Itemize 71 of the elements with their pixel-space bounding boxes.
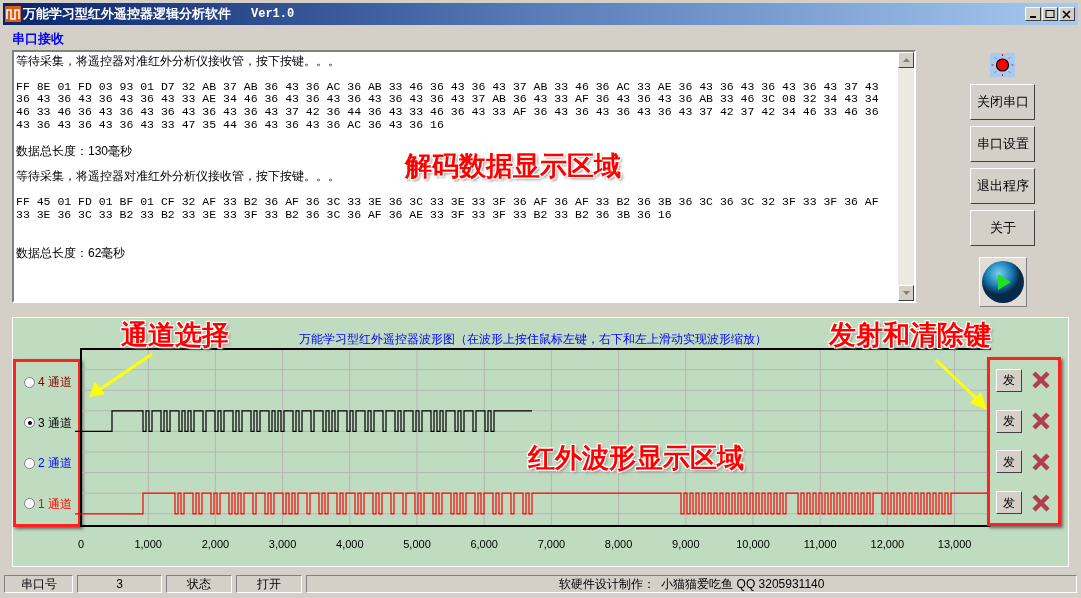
annotation-label: 红外波形显示区域 xyxy=(528,442,744,475)
send-button[interactable]: 发 xyxy=(996,491,1022,515)
maximize-button[interactable] xyxy=(1042,7,1058,21)
send-button[interactable]: 发 xyxy=(996,450,1022,474)
close-icon xyxy=(1062,9,1072,19)
side-button[interactable]: 串口设置 xyxy=(970,126,1035,162)
radio-button[interactable] xyxy=(24,376,35,388)
section-label: 串口接收 xyxy=(12,30,65,48)
maximize-icon xyxy=(1045,9,1055,19)
axis-tick-label: 11,000 xyxy=(803,538,837,550)
axis-tick-label: 12,000 xyxy=(870,538,905,550)
axis-tick-label: 0 xyxy=(77,538,85,550)
close-button[interactable] xyxy=(1059,7,1075,21)
status-bar-cell: 3 xyxy=(77,575,162,593)
side-button[interactable]: 退出程序 xyxy=(970,168,1035,204)
log-message: 数据总长度：130毫秒 xyxy=(16,143,133,158)
status-led-icon xyxy=(990,53,1015,77)
axis-tick-label: 13,000 xyxy=(937,538,972,550)
clear-icon[interactable] xyxy=(1031,411,1051,432)
axis-tick-label: 8,000 xyxy=(604,538,633,550)
received-data-textarea[interactable] xyxy=(12,50,916,303)
minimize-button[interactable] xyxy=(1025,7,1041,21)
axis-tick-label: 10,000 xyxy=(736,538,770,550)
hex-data-line: FF 45 01 FD 01 BF 01 CF 32 AF 33 B2 36 AF 36 3C 33 3E 36 3C 33 3E 33 3F 36 AF 36 AF 33 B2 36 3B 36 3C 36 3C 32 3F 33 3F 36 AF xyxy=(16,195,880,209)
axis-tick-label: 4,000 xyxy=(336,538,364,550)
send-button[interactable]: 发 xyxy=(996,368,1022,392)
status-bar-cell: 状态 xyxy=(166,575,232,593)
scroll-down-icon xyxy=(902,291,910,295)
arrow-icon xyxy=(934,358,990,412)
status-bar-cell: 打开 xyxy=(236,575,302,593)
axis-tick-label: 5,000 xyxy=(403,538,431,550)
channel-label[interactable]: 2 通道 xyxy=(38,454,72,473)
radio-button[interactable] xyxy=(24,498,35,510)
radio-button[interactable] xyxy=(24,457,35,469)
axis-tick-label: 1,000 xyxy=(134,538,162,550)
channel-label[interactable]: 3 通道 xyxy=(38,413,72,432)
scrollbar[interactable] xyxy=(898,52,914,301)
clear-icon[interactable] xyxy=(1031,370,1051,391)
clear-icon[interactable] xyxy=(1031,492,1051,513)
play-button[interactable] xyxy=(978,257,1027,307)
channel-label[interactable]: 4 通道 xyxy=(38,373,72,392)
axis-tick-label: 9,000 xyxy=(672,538,700,550)
app-logo-icon xyxy=(5,6,21,22)
annotation-label: 解码数据显示区域 xyxy=(405,150,621,183)
annotation-label: 发射和清除键 xyxy=(829,319,991,352)
play-icon xyxy=(980,260,1025,304)
status-bar-cell: 串口号 xyxy=(4,575,73,593)
hex-data-line: 43 36 43 36 43 36 43 33 47 35 44 36 43 36 43 36 AC 36 43 36 16 xyxy=(16,119,445,132)
log-message: 等待采集，将遥控器对准红外分析仪接收管，按下按键。。。 xyxy=(16,169,340,184)
clear-icon[interactable] xyxy=(1031,451,1051,472)
hex-data-line: FF 8E 01 FD 03 93 01 D7 32 AB 37 AB 36 43 36 AC 36 AB 33 46 36 43 36 43 37 AB 33 46 36 AC 33 AE 36 43 36 43 36 43 36 43 37 43 xyxy=(16,80,880,94)
hex-data-line: 33 3E 36 3C 33 B2 33 B2 33 3E 33 3F 33 B2 36 3C 36 AF 36 AE 33 3F 33 3F 33 B2 33 B2 36 3B 36 16 xyxy=(16,208,673,222)
window-title: 万能学习型红外遥控器逻辑分析软件 xyxy=(23,5,231,24)
minimize-icon xyxy=(1030,16,1036,18)
axis-tick-label: 3,000 xyxy=(268,538,297,550)
log-message: 数据总长度：62毫秒 xyxy=(16,245,126,260)
hex-data-line: 36 43 36 43 36 43 36 43 33 AE 34 46 36 43 36 43 36 43 36 43 36 43 37 AB 36 43 33 AF 36 43 36 43 36 AB 33 46 3C 08 32 34 43 34 xyxy=(16,93,880,107)
version-label: Ver1.0 xyxy=(251,6,295,23)
side-button[interactable]: 关闭串口 xyxy=(970,84,1035,120)
axis-tick-label: 7,000 xyxy=(537,538,566,550)
log-message: 等待采集，将遥控器对准红外分析仪接收管，按下按键。。。 xyxy=(16,54,340,68)
annotation-label: 通道选择 xyxy=(121,319,229,352)
send-button[interactable]: 发 xyxy=(996,409,1022,433)
hex-data-line: 46 33 46 36 43 36 43 36 43 36 43 36 43 37 42 36 44 36 43 33 46 36 43 33 AF 36 43 36 43 36 43 36 43 37 42 37 42 34 46 33 46 36 xyxy=(16,106,880,119)
radio-button[interactable] xyxy=(24,417,35,429)
status-bar-cell: 软硬件设计制作： 小猫猫爱吃鱼 QQ 3205931140 xyxy=(306,575,1077,593)
axis-tick-label: 2,000 xyxy=(201,538,230,550)
side-button[interactable]: 关于 xyxy=(970,210,1035,246)
scroll-up-icon xyxy=(902,58,910,62)
axis-tick-label: 6,000 xyxy=(470,538,498,550)
waveform-title: 万能学习型红外遥控器波形图（在波形上按住鼠标左键，右下和左上滑动实现波形缩放） xyxy=(299,331,767,348)
